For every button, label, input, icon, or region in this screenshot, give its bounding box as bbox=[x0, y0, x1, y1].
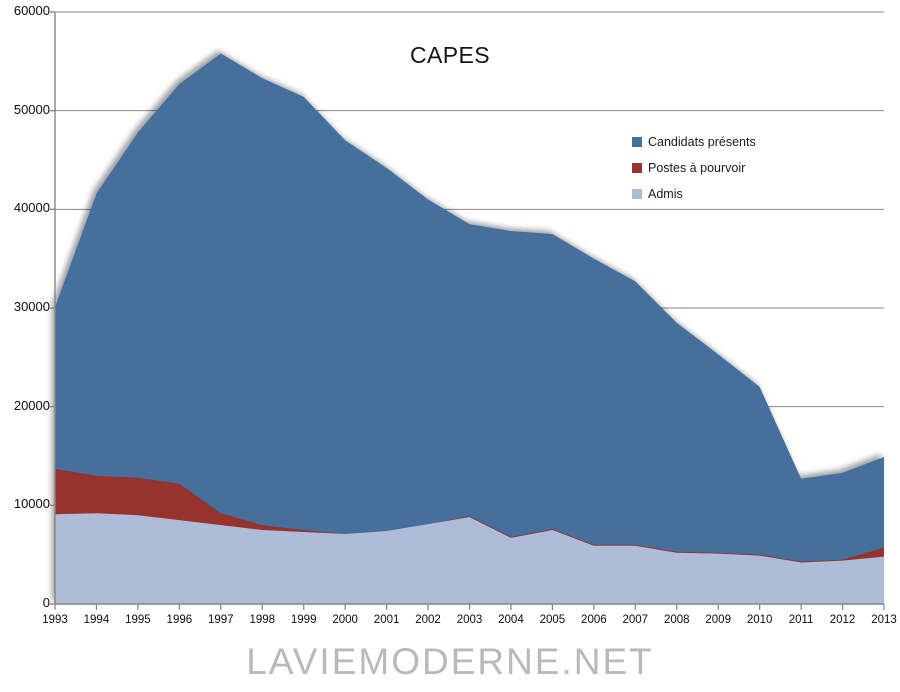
chart-legend: Candidats présents Postes à pourvoir Adm… bbox=[632, 129, 832, 207]
x-tick-label: 1993 bbox=[42, 614, 68, 626]
x-tick-label: 2008 bbox=[663, 614, 690, 626]
y-tick-label: 30000 bbox=[13, 299, 50, 314]
y-tick-label: 40000 bbox=[13, 200, 50, 216]
y-tick-label: 50000 bbox=[13, 101, 50, 117]
x-tick-label: 2006 bbox=[581, 614, 607, 626]
x-tick-label: 2005 bbox=[539, 614, 566, 626]
x-tick-label: 1999 bbox=[290, 614, 317, 626]
x-tick-label: 2007 bbox=[622, 614, 649, 626]
x-tick-label: 1994 bbox=[83, 614, 110, 626]
chart-container: 0 10000 20000 30000 40000 50000 60000 1993 1994… bbox=[0, 0, 900, 692]
legend-label-candidats: Candidats présents bbox=[648, 135, 756, 149]
x-tick-label: 1998 bbox=[249, 614, 276, 626]
x-tick-label: 2012 bbox=[829, 614, 856, 626]
legend-swatch-candidats bbox=[632, 137, 642, 147]
legend-swatch-admis bbox=[632, 189, 642, 199]
x-tick-label: 2011 bbox=[788, 614, 814, 626]
x-axis-ticks bbox=[54, 604, 885, 610]
legend-item-candidats[interactable]: Candidats présents bbox=[632, 129, 832, 155]
x-tick-label: 2013 bbox=[871, 614, 897, 626]
x-tick-label: 1995 bbox=[125, 614, 151, 626]
site-watermark: LAVIEMODERNE.NET bbox=[246, 641, 654, 682]
x-tick-label: 2004 bbox=[498, 614, 524, 626]
x-tick-label: 2002 bbox=[415, 614, 441, 626]
legend-swatch-postes bbox=[632, 163, 642, 173]
x-tick-label: 2003 bbox=[456, 614, 483, 626]
y-tick-label: 20000 bbox=[13, 397, 50, 413]
y-tick-label: 60000 bbox=[13, 3, 50, 18]
x-tick-label: 2009 bbox=[705, 614, 731, 626]
x-tick-label: 1997 bbox=[208, 614, 234, 626]
chart-plot-area bbox=[50, 11, 885, 610]
y-axis-labels: 0 10000 20000 30000 40000 50000 60000 bbox=[0, 0, 50, 692]
x-tick-label: 1996 bbox=[166, 614, 193, 626]
x-tick-label: 2000 bbox=[332, 614, 358, 626]
x-tick-label: 2001 bbox=[373, 614, 400, 626]
x-tick-label: 2010 bbox=[746, 614, 773, 626]
legend-label-admis: Admis bbox=[648, 187, 683, 201]
legend-label-postes: Postes à pourvoir bbox=[648, 161, 746, 175]
y-tick-label: 10000 bbox=[13, 496, 50, 512]
legend-item-admis[interactable]: Admis bbox=[632, 181, 832, 207]
y-tick-label: 0 bbox=[42, 595, 50, 610]
chart-title: CAPES bbox=[410, 42, 490, 68]
legend-item-postes[interactable]: Postes à pourvoir bbox=[632, 155, 832, 181]
